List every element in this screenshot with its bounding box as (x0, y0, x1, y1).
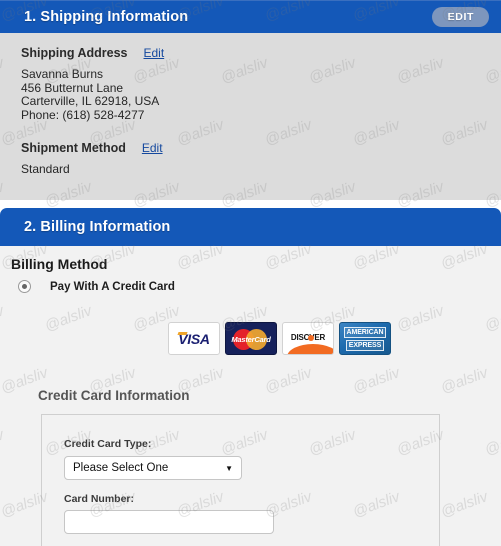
pay-with-credit-card-radio[interactable] (18, 280, 31, 293)
shipping-address-head: Shipping Address Edit (21, 46, 164, 60)
credit-card-information-title: Credit Card Information (38, 388, 190, 403)
card-number-input[interactable] (64, 510, 274, 534)
shipping-header-title: 1. Shipping Information (24, 9, 189, 25)
american-express-icon: AMERICAN EXPRESS (339, 322, 391, 355)
shipment-method-label: Shipment Method (21, 141, 126, 155)
billing-information-section: 2. Billing Information Billing Method Pa… (0, 208, 501, 546)
checkout-page: 1. Shipping Information EDIT Shipping Ad… (0, 0, 501, 546)
shipment-method-head: Shipment Method Edit (21, 141, 163, 155)
shipping-address-edit-link[interactable]: Edit (144, 46, 165, 60)
shipping-address-lines: Savanna Burns 456 Butternut Lane Carterv… (21, 67, 164, 122)
credit-card-type-select[interactable]: Please Select One ▼ (64, 456, 242, 480)
visa-icon: VISA (168, 322, 220, 355)
shipping-edit-button[interactable]: EDIT (431, 6, 489, 28)
mastercard-icon: MasterCard (225, 322, 277, 355)
shipping-information-section: 1. Shipping Information EDIT Shipping Ad… (0, 0, 501, 200)
billing-header-title: 2. Billing Information (24, 219, 171, 235)
address-line: Phone: (618) 528-4277 (21, 107, 145, 122)
shipment-method-value: Standard (21, 162, 70, 176)
mastercard-logo-text: MasterCard (231, 335, 271, 344)
shipping-address-block: Shipping Address Edit Savanna Burns 456 … (21, 46, 164, 122)
shipment-method-block: Shipment Method Edit Standard (21, 141, 163, 176)
accepted-card-logos: VISA MasterCard DISCVER AMERICAN EXPRESS (168, 322, 391, 355)
address-line: Carterville, IL 62918, USA (21, 94, 160, 108)
shipping-body: Shipping Address Edit Savanna Burns 456 … (0, 33, 501, 200)
address-line: Savanna Burns (21, 67, 104, 81)
shipping-header-bar: 1. Shipping Information EDIT (0, 0, 501, 33)
discover-orange-dot-icon (308, 334, 314, 341)
shipping-address-label: Shipping Address (21, 46, 128, 60)
billing-body: Billing Method Pay With A Credit Card VI… (0, 246, 501, 546)
billing-header-bar: 2. Billing Information (0, 208, 501, 246)
credit-card-type-label: Credit Card Type: (64, 438, 152, 450)
credit-card-type-value: Please Select One (73, 462, 169, 474)
visa-swoosh-icon (177, 332, 188, 335)
card-number-label: Card Number: (64, 493, 135, 505)
shipment-method-edit-link[interactable]: Edit (142, 141, 163, 155)
pay-with-credit-card-label: Pay With A Credit Card (50, 280, 175, 293)
billing-method-title: Billing Method (11, 256, 108, 272)
amex-logo-line2: EXPRESS (345, 339, 385, 351)
amex-logo-stack: AMERICAN EXPRESS (343, 326, 387, 351)
credit-card-information-panel: Credit Card Type: Please Select One ▼ Ca… (41, 414, 440, 546)
billing-method-option-row[interactable]: Pay With A Credit Card (18, 280, 175, 293)
discover-icon: DISCVER (282, 322, 334, 355)
address-line: 456 Butternut Lane (21, 80, 124, 95)
amex-logo-line1: AMERICAN (343, 326, 387, 338)
chevron-down-icon: ▼ (225, 463, 233, 473)
discover-swoosh-icon (287, 344, 333, 354)
